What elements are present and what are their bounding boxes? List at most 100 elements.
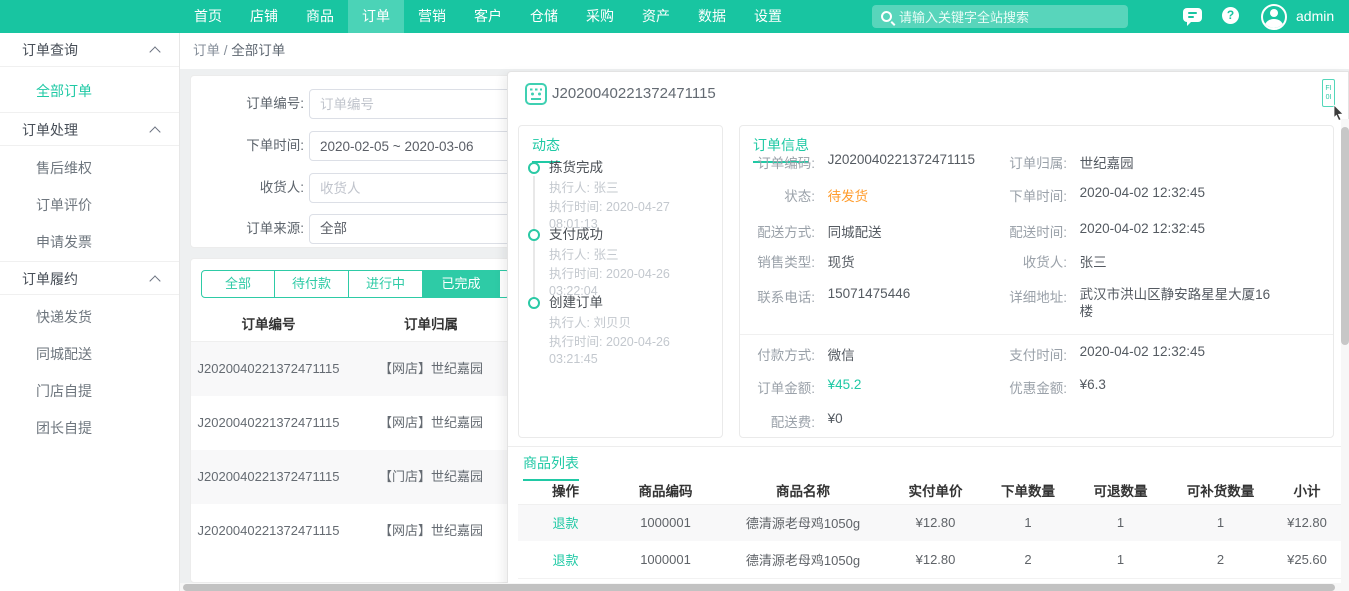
- timeline-event: 拣货完成 执行人: 张三 执行时间: 2020-04-27 08:01:13: [549, 158, 717, 233]
- search-icon: [881, 11, 892, 22]
- message-icon[interactable]: [1183, 8, 1202, 26]
- nav-item-warehouse[interactable]: 仓储: [516, 0, 572, 33]
- delivery-time-value: 2020-04-02 12:32:45: [1079, 221, 1205, 236]
- status-tab-group: 全部 待付款 进行中 已完成: [201, 270, 510, 298]
- event-name: 创建订单: [549, 295, 603, 310]
- cell-refundable-qty: 1: [1073, 504, 1168, 541]
- cell-order-belong: 【网店】世纪嘉园: [378, 361, 483, 376]
- tab-all[interactable]: 全部: [202, 271, 274, 297]
- delivery-fee-label: 配送费:: [770, 415, 815, 430]
- sidebar-item-store-pickup[interactable]: 门店自提: [0, 373, 179, 410]
- nav-item-data[interactable]: 数据: [684, 0, 740, 33]
- timeline-dot-icon: [528, 297, 540, 309]
- cell-replenish-qty: 1: [1168, 504, 1273, 541]
- col-order-no: 订单编号: [241, 317, 296, 332]
- avatar[interactable]: [1261, 4, 1287, 30]
- refund-link[interactable]: 退款: [552, 516, 578, 531]
- sidebar-item-all-orders[interactable]: 全部订单: [0, 73, 179, 110]
- nav-item-marketing[interactable]: 营销: [404, 0, 460, 33]
- cell-order-qty: 1: [983, 504, 1073, 541]
- nav-item-settings[interactable]: 设置: [740, 0, 796, 33]
- vertical-scrollbar: [1341, 119, 1349, 583]
- nav-item-home[interactable]: 首页: [180, 0, 236, 33]
- username[interactable]: admin: [1296, 0, 1334, 33]
- main-menu: 首页 店铺 商品 订单 营销 客户 仓储 采购 资产 数据 设置: [180, 0, 796, 33]
- receiver-value: 张三: [1079, 255, 1107, 270]
- cell-order-no: J2020040221372471115: [197, 523, 340, 538]
- sidebar-section-order-fulfillment[interactable]: 订单履约: [0, 261, 179, 295]
- col-replenish-qty: 可补货数量: [1168, 476, 1273, 505]
- timeline-dot-icon: [528, 162, 540, 174]
- nav-item-assets[interactable]: 资产: [628, 0, 684, 33]
- tab-in-progress[interactable]: 进行中: [348, 271, 422, 297]
- cell-product-name: 德清源老母鸡1050g: [718, 541, 888, 579]
- section-title: 订单查询: [22, 42, 78, 58]
- activity-timeline-card: 动态 拣货完成 执行人: 张三 执行时间: 2020-04-27 08:01:1…: [518, 125, 723, 438]
- order-source-label: 订单来源:: [246, 221, 304, 236]
- horizontal-scrollbar-thumb[interactable]: [183, 583, 1335, 591]
- sidebar-item-city-delivery[interactable]: 同城配送: [0, 336, 179, 373]
- address-label: 详细地址:: [1009, 290, 1067, 305]
- sidebar-section-order-processing[interactable]: 订单处理: [0, 112, 179, 146]
- sidebar-item-invoice-request[interactable]: 申请发票: [0, 224, 179, 261]
- delivery-mode-label: 配送方式:: [757, 225, 815, 240]
- col-unit-price: 实付单价: [888, 476, 983, 505]
- cell-unit-price: ¥12.80: [888, 504, 983, 541]
- tab-completed[interactable]: 已完成: [422, 271, 499, 297]
- col-action: 操作: [518, 476, 613, 505]
- product-row: 退款 1000001 德清源老母鸡1050g ¥12.80 1 1 1 ¥12.…: [518, 504, 1341, 541]
- cell-order-belong: 【网店】世纪嘉园: [378, 415, 483, 430]
- tab-pending-payment[interactable]: 待付款: [274, 271, 348, 297]
- event-time: 执行时间: 2020-04-26 03:21:45: [549, 335, 670, 366]
- nav-item-purchase[interactable]: 采购: [572, 0, 628, 33]
- sidebar: 订单查询 全部订单 订单处理 售后维权 订单评价 申请发票 订单履约 快递发货 …: [0, 33, 180, 591]
- discount-value: ¥6.3: [1079, 377, 1106, 392]
- pay-method-value: 微信: [827, 348, 855, 363]
- mouse-cursor-icon: [1332, 104, 1346, 125]
- col-order-qty: 下单数量: [983, 476, 1073, 505]
- status-label: 状态:: [784, 189, 815, 204]
- cell-order-belong: 【门店】世纪嘉园: [378, 469, 483, 484]
- nav-item-goods[interactable]: 商品: [292, 0, 348, 33]
- sidebar-item-express-delivery[interactable]: 快递发货: [0, 299, 179, 336]
- cell-product-code: 1000001: [613, 541, 718, 579]
- order-time-label: 下单时间:: [246, 138, 304, 153]
- chevron-up-icon: [149, 126, 161, 138]
- event-name: 拣货完成: [549, 160, 603, 175]
- cell-order-no: J2020040221372471115: [197, 469, 340, 484]
- nav-item-customers[interactable]: 客户: [460, 0, 516, 33]
- vertical-scrollbar-thumb[interactable]: [1341, 127, 1349, 345]
- order-receipt-icon: [525, 83, 547, 108]
- breadcrumb-section[interactable]: 订单: [193, 43, 220, 58]
- sidebar-item-leader-pickup[interactable]: 团长自提: [0, 410, 179, 447]
- col-order-belong: 订单归属: [404, 317, 458, 332]
- chevron-up-icon: [149, 275, 161, 287]
- timeline-event: 创建订单 执行人: 刘贝贝 执行时间: 2020-04-26 03:21:45: [549, 293, 717, 368]
- sidebar-item-order-review[interactable]: 订单评价: [0, 187, 179, 224]
- cell-subtotal: ¥12.80: [1273, 504, 1341, 541]
- phone-label: 联系电话:: [757, 290, 815, 305]
- delivery-time-label: 配送时间:: [1009, 225, 1067, 240]
- sidebar-section-order-query[interactable]: 订单查询: [0, 33, 179, 67]
- col-product-code: 商品编码: [613, 476, 718, 505]
- pay-method-label: 付款方式:: [757, 348, 815, 363]
- order-time-label: 下单时间:: [1009, 189, 1067, 204]
- nav-item-orders[interactable]: 订单: [348, 0, 404, 33]
- refund-link[interactable]: 退款: [552, 553, 578, 568]
- cell-order-no: J2020040221372471115: [197, 415, 340, 430]
- col-product-name: 商品名称: [718, 476, 888, 505]
- global-search-input[interactable]: 请输入关键字全站搜索: [872, 5, 1128, 28]
- order-time-value: 2020-04-02 12:32:45: [1079, 185, 1205, 200]
- status-badge: 待发货: [827, 189, 869, 204]
- help-icon[interactable]: ?: [1222, 7, 1239, 24]
- belong-value: 世纪嘉园: [1079, 156, 1134, 171]
- clipped-vertical-button[interactable]: FI 0I: [1322, 79, 1335, 107]
- order-amount-value: ¥45.2: [827, 377, 862, 392]
- horizontal-scrollbar: [180, 583, 1349, 591]
- discount-label: 优惠金额:: [1009, 381, 1067, 396]
- top-navbar: 首页 店铺 商品 订单 营销 客户 仓储 采购 资产 数据 设置 请输入关键字全…: [0, 0, 1349, 33]
- nav-item-shop[interactable]: 店铺: [236, 0, 292, 33]
- sidebar-item-aftersales[interactable]: 售后维权: [0, 150, 179, 187]
- order-code-label: 订单编码:: [757, 156, 815, 171]
- cell-product-code: 1000001: [613, 504, 718, 541]
